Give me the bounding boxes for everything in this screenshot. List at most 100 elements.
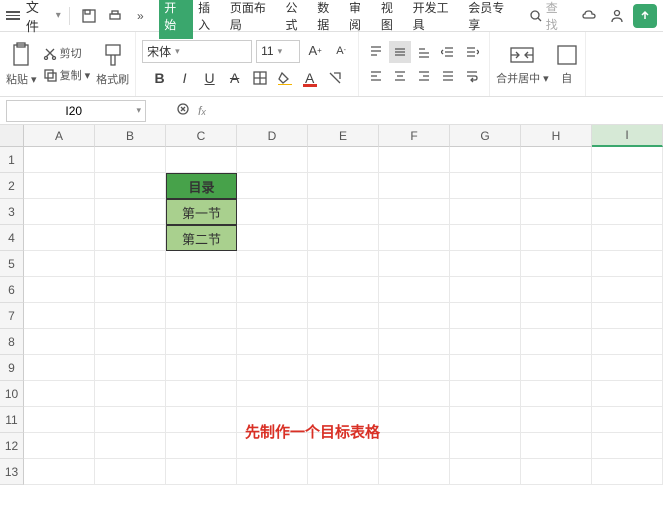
cell[interactable] [521,199,592,225]
align-middle-icon[interactable] [389,41,411,63]
cell[interactable] [521,329,592,355]
cell[interactable] [308,277,379,303]
cell[interactable] [308,303,379,329]
cell[interactable] [379,303,450,329]
underline-button[interactable]: U [199,67,221,89]
cell[interactable] [379,355,450,381]
cell[interactable] [237,173,308,199]
cell[interactable] [450,433,521,459]
cell[interactable] [24,407,95,433]
row-header[interactable]: 5 [0,251,24,277]
cell[interactable] [592,381,663,407]
cell[interactable] [592,251,663,277]
cell[interactable] [379,147,450,173]
paste-button[interactable]: 粘贴 ▾ [6,32,37,96]
cut-button[interactable]: 剪切 [43,45,91,61]
cell[interactable] [166,329,237,355]
format-painter-button[interactable]: 格式刷 [96,32,129,96]
cell[interactable] [308,381,379,407]
cell[interactable] [592,329,663,355]
print-icon[interactable] [104,5,126,27]
column-header[interactable]: F [379,125,450,147]
file-menu[interactable]: 文件 [26,0,52,35]
cell[interactable] [237,381,308,407]
row-header[interactable]: 9 [0,355,24,381]
row-header[interactable]: 6 [0,277,24,303]
cell[interactable] [24,355,95,381]
cell[interactable] [237,277,308,303]
cell[interactable] [592,225,663,251]
cell[interactable] [521,407,592,433]
cell[interactable] [521,355,592,381]
cell[interactable] [379,173,450,199]
column-header[interactable]: B [95,125,166,147]
cell[interactable] [237,459,308,485]
cell[interactable] [95,199,166,225]
cell[interactable] [450,303,521,329]
align-bottom-icon[interactable] [413,41,435,63]
cell[interactable] [450,173,521,199]
column-header[interactable]: E [308,125,379,147]
cell[interactable] [24,433,95,459]
row-header[interactable]: 12 [0,433,24,459]
row-header[interactable]: 10 [0,381,24,407]
cell[interactable] [450,251,521,277]
cell[interactable] [95,251,166,277]
cell[interactable] [521,381,592,407]
cell[interactable] [166,251,237,277]
fx-icon[interactable]: fx [198,104,206,118]
cell[interactable] [379,329,450,355]
row-header[interactable]: 13 [0,459,24,485]
cell[interactable] [237,303,308,329]
cell[interactable] [592,173,663,199]
cell[interactable] [521,277,592,303]
cell[interactable] [24,251,95,277]
cell[interactable] [592,303,663,329]
cell[interactable] [166,433,237,459]
cell[interactable] [308,251,379,277]
cell[interactable] [521,173,592,199]
cell[interactable] [450,329,521,355]
cell[interactable] [521,459,592,485]
strike-button[interactable]: A [224,67,246,89]
align-justify-icon[interactable] [437,65,459,87]
cell[interactable] [24,199,95,225]
cell[interactable] [166,277,237,303]
name-box-input[interactable] [11,104,136,118]
cell[interactable] [166,355,237,381]
hamburger-icon[interactable] [6,8,22,24]
cell[interactable] [450,381,521,407]
autowrap-button[interactable]: 自 [555,32,579,96]
cell[interactable] [592,407,663,433]
indent-right-icon[interactable] [461,41,483,63]
cell[interactable] [379,407,450,433]
row-header[interactable]: 11 [0,407,24,433]
search-box[interactable]: 查找 [529,0,570,33]
cloud-icon[interactable] [578,4,602,28]
cell[interactable] [166,147,237,173]
row-header[interactable]: 4 [0,225,24,251]
bold-button[interactable]: B [149,67,171,89]
indent-left-icon[interactable] [437,41,459,63]
cell[interactable] [166,303,237,329]
cell[interactable] [95,329,166,355]
cell[interactable] [95,381,166,407]
row-header[interactable]: 7 [0,303,24,329]
cell[interactable] [308,147,379,173]
cell[interactable] [95,459,166,485]
cell[interactable] [237,251,308,277]
cell[interactable] [450,199,521,225]
merge-button[interactable]: 合并居中 ▾ [496,32,549,96]
font-name-select[interactable]: 宋体▾ [142,40,252,63]
cell[interactable] [237,199,308,225]
select-all-corner[interactable] [0,125,24,147]
fill-color-button[interactable] [274,67,296,89]
row-header[interactable]: 2 [0,173,24,199]
column-header[interactable]: H [521,125,592,147]
cell[interactable] [308,355,379,381]
cell[interactable] [95,277,166,303]
border-button[interactable] [249,67,271,89]
cell[interactable] [521,147,592,173]
column-header[interactable]: I [592,125,663,147]
italic-button[interactable]: I [174,67,196,89]
